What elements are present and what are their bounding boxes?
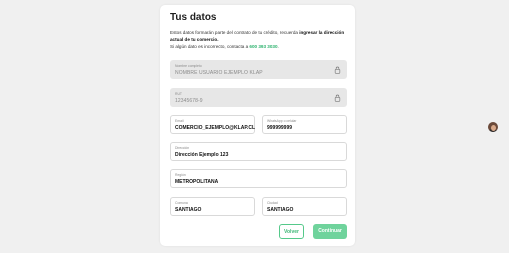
avatar-face xyxy=(491,125,496,131)
contact-phone-link[interactable]: 600 393 3030 xyxy=(249,44,277,49)
user-avatar[interactable] xyxy=(488,122,498,132)
comuna-field[interactable]: Comuna SANTIAGO xyxy=(170,197,255,216)
form-card: Tus datos Estos datos formarán parte del… xyxy=(160,5,355,246)
address-value: Dirección Ejemplo 123 xyxy=(175,152,229,158)
city-label: Ciudad xyxy=(267,201,278,205)
lock-icon xyxy=(334,66,341,74)
address-label: Dirección xyxy=(175,146,190,150)
region-field[interactable]: Región METROPOLITANA xyxy=(170,169,347,188)
city-field[interactable]: Ciudad SANTIAGO xyxy=(262,197,347,216)
intro-line2-suffix: . xyxy=(277,44,279,49)
page-title: Tus datos xyxy=(170,12,217,23)
back-button[interactable]: Volver xyxy=(279,224,304,239)
rut-field: RUT 12345678-9 xyxy=(170,88,347,107)
whatsapp-value: 999999999 xyxy=(267,125,293,131)
email-label: Email xyxy=(175,119,184,123)
intro-line2-prefix: Si algún dato es incorrecto, contacta a xyxy=(170,44,250,49)
whatsapp-label: WhatsApp o celular xyxy=(267,119,297,123)
comuna-label: Comuna xyxy=(175,201,188,205)
name-field: Nombre completo NOMBRE USUARIO EJEMPLO K… xyxy=(170,60,347,79)
region-value: METROPOLITANA xyxy=(175,179,219,185)
rut-label: RUT xyxy=(175,92,182,96)
continue-button[interactable]: Continuar xyxy=(313,224,347,239)
name-value: NOMBRE USUARIO EJEMPLO KLAP xyxy=(175,70,263,76)
name-label: Nombre completo xyxy=(175,64,202,68)
address-field[interactable]: Dirección Dirección Ejemplo 123 xyxy=(170,142,347,161)
email-value: COMERCIO_EJEMPLO@KLAP.CL xyxy=(175,125,256,131)
email-field[interactable]: Email COMERCIO_EJEMPLO@KLAP.CL xyxy=(170,115,255,134)
region-label: Región xyxy=(175,173,186,177)
intro-text: Estos datos formarán parte del contrato … xyxy=(170,29,350,50)
intro-prefix: Estos datos formarán parte del contrato … xyxy=(170,30,300,35)
comuna-value: SANTIAGO xyxy=(175,207,202,213)
city-value: SANTIAGO xyxy=(267,207,294,213)
lock-icon xyxy=(334,94,341,102)
whatsapp-field[interactable]: WhatsApp o celular 999999999 xyxy=(262,115,347,134)
rut-value: 12345678-9 xyxy=(175,98,203,104)
